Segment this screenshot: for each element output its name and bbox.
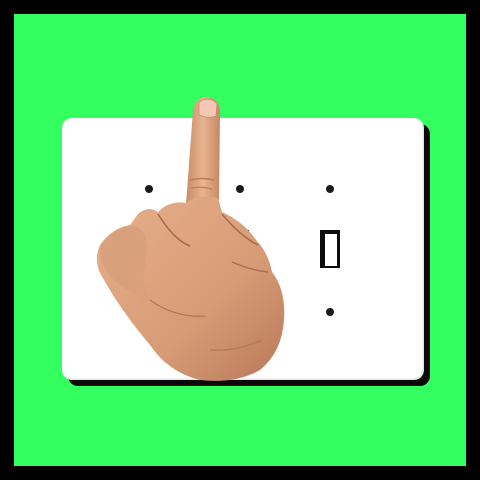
fingernail [198,98,218,118]
hand-gesture-icon [96,96,285,381]
black-frame [0,0,480,480]
fist [96,196,285,381]
